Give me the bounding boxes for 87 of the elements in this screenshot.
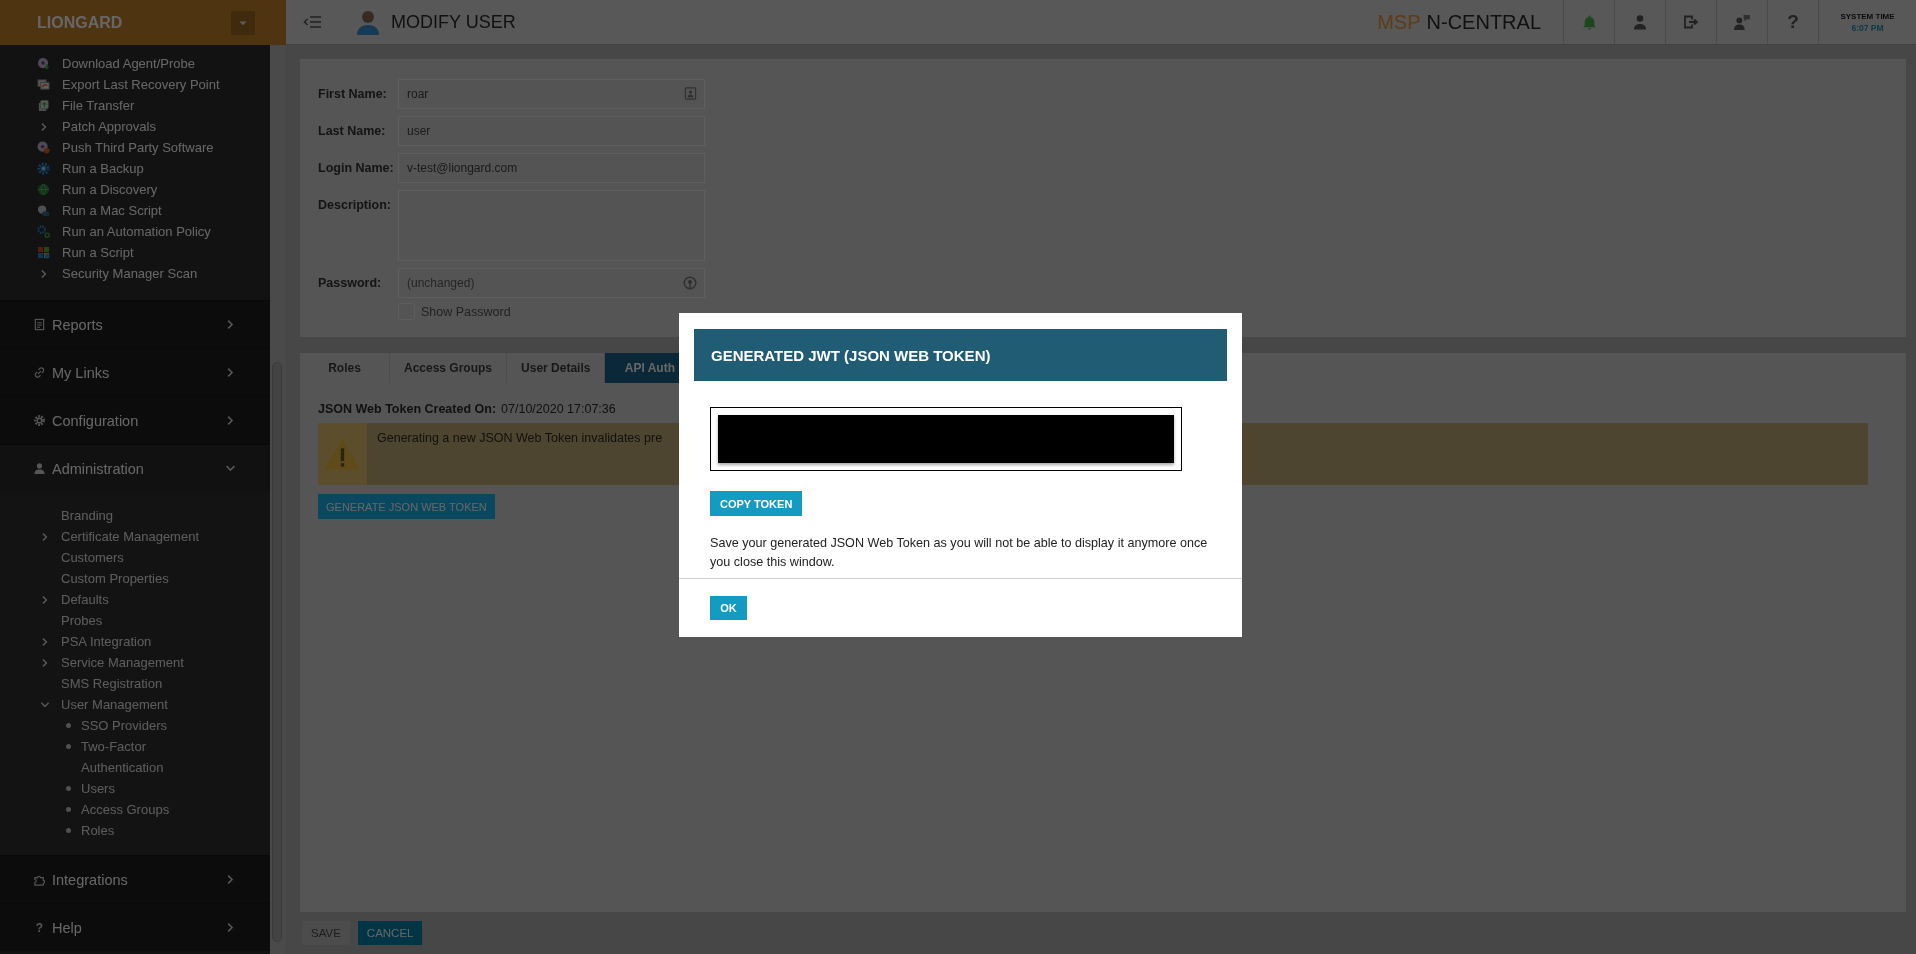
menu-item[interactable]: Run a Script (0, 242, 270, 263)
bullet-icon (66, 828, 71, 833)
dropdown-button[interactable] (231, 10, 255, 35)
menu-item[interactable]: Push Third Party Software (0, 137, 270, 158)
field-label: First Name: (318, 86, 388, 103)
copy-token-button[interactable]: COPY TOKEN (710, 491, 803, 516)
gears-icon (37, 225, 50, 238)
menu-item[interactable]: Patch Approvals (0, 116, 270, 137)
token-created-label: JSON Web Token Created On: (318, 401, 497, 417)
text-field[interactable]: v-test@liongard.com (398, 153, 705, 183)
document-icon (33, 318, 46, 331)
modal-title: GENERATED JWT (JSON WEB TOKEN) (711, 346, 991, 364)
user-avatar-icon (355, 9, 381, 35)
submenu-item[interactable]: Branding (0, 505, 270, 526)
token-created-value: 07/10/2020 17:07:36 (501, 401, 616, 417)
dot-circle-icon[interactable] (683, 276, 697, 290)
tiles-icon (37, 246, 50, 259)
brand-prefix: MSP (1377, 10, 1421, 34)
brand-name: LIONGARD (37, 13, 123, 32)
cancel-button[interactable]: CANCEL (357, 921, 423, 945)
field-label: Description: (318, 197, 392, 214)
person-icon (33, 462, 46, 475)
nav-section-header[interactable]: ? Help (0, 903, 270, 951)
monitor-icon (37, 78, 50, 91)
text-field[interactable]: user (398, 116, 705, 146)
user-icon (1632, 14, 1648, 30)
bullet-icon (66, 744, 71, 749)
submenu-item[interactable]: PSA Integration (0, 631, 270, 652)
users-chat-icon (1733, 13, 1751, 31)
field-label: Login Name: (318, 160, 395, 177)
disc-icon (37, 141, 50, 154)
submenu-item[interactable]: Users (0, 778, 210, 799)
submenu-item[interactable]: User Management (0, 694, 270, 715)
page-title: MODIFY USER (391, 11, 516, 33)
field-label: Password: (318, 275, 383, 292)
window-icon (37, 204, 50, 217)
brand-name: N-CENTRAL (1426, 10, 1541, 34)
submenu-item[interactable]: Custom Properties (0, 568, 270, 589)
menu-item[interactable]: Export Last Recovery Point (0, 74, 270, 95)
link-icon (33, 366, 46, 379)
token-field[interactable] (710, 407, 1182, 471)
tab[interactable]: Access Groups (390, 353, 508, 383)
nav-section-header[interactable]: Integrations (0, 855, 270, 903)
menu-item[interactable]: Download Agent/Probe (0, 53, 270, 74)
logout-icon (1683, 14, 1699, 30)
menu-item[interactable]: File Transfer (0, 95, 270, 116)
menu-item[interactable]: Security Manager Scan (0, 263, 270, 284)
submenu-item[interactable]: Roles (0, 820, 210, 841)
submenu-item[interactable]: Defaults (0, 589, 270, 610)
submenu-item[interactable]: Access Groups (0, 799, 210, 820)
puzzle-icon (33, 873, 46, 886)
submenu-item[interactable]: Probes (0, 610, 270, 631)
help-button[interactable]: ? (1767, 0, 1818, 44)
gear-icon (37, 162, 50, 175)
ok-button[interactable]: OK (710, 596, 747, 620)
contact-card-icon[interactable] (684, 87, 697, 100)
menu-item[interactable]: Run an Automation Policy (0, 221, 270, 242)
warning-icon (324, 437, 361, 471)
warning-text: Generating a new JSON Web Token invalidates pre (376, 430, 663, 447)
modal-message: Save your generated JSON Web Token as you will not be able to display it anymore once you close this window. (710, 535, 1209, 571)
generate-token-button[interactable]: GENERATE JSON WEB TOKEN (318, 494, 495, 519)
gear-icon (33, 414, 46, 427)
submenu-item[interactable]: Service Management (0, 652, 270, 673)
globe-icon (37, 183, 50, 196)
nav-section-header[interactable]: Configuration (0, 396, 270, 444)
nav-section-header[interactable]: My Links (0, 348, 270, 396)
bullet-icon (66, 723, 71, 728)
question-mark-icon: ? (33, 920, 46, 935)
bullet-icon (66, 786, 71, 791)
submenu-item[interactable]: Two-Factor Authentication (0, 736, 210, 778)
submenu-item[interactable]: Certificate Management (0, 526, 270, 547)
bullet-icon (66, 807, 71, 812)
system-time-label: SYSTEM TIME (1840, 11, 1895, 21)
submenu-item[interactable]: SMS Registration (0, 673, 270, 694)
document-icon (37, 99, 50, 112)
menu-collapse-icon[interactable] (303, 14, 322, 30)
submenu-item[interactable]: Customers (0, 547, 270, 568)
menu-item[interactable]: Run a Backup (0, 158, 270, 179)
menu-item[interactable]: Run a Discovery (0, 179, 270, 200)
field-label: Last Name: (318, 123, 387, 140)
nav-section-header[interactable]: Reports (0, 300, 270, 348)
system-time: 6:07 PM (1851, 22, 1884, 33)
text-field[interactable]: roar (398, 79, 705, 109)
submenu-item[interactable]: SSO Providers (0, 715, 210, 736)
tab[interactable]: Roles (300, 353, 390, 383)
menu-item[interactable]: Run a Mac Script (0, 200, 270, 221)
disc-icon (37, 57, 50, 70)
